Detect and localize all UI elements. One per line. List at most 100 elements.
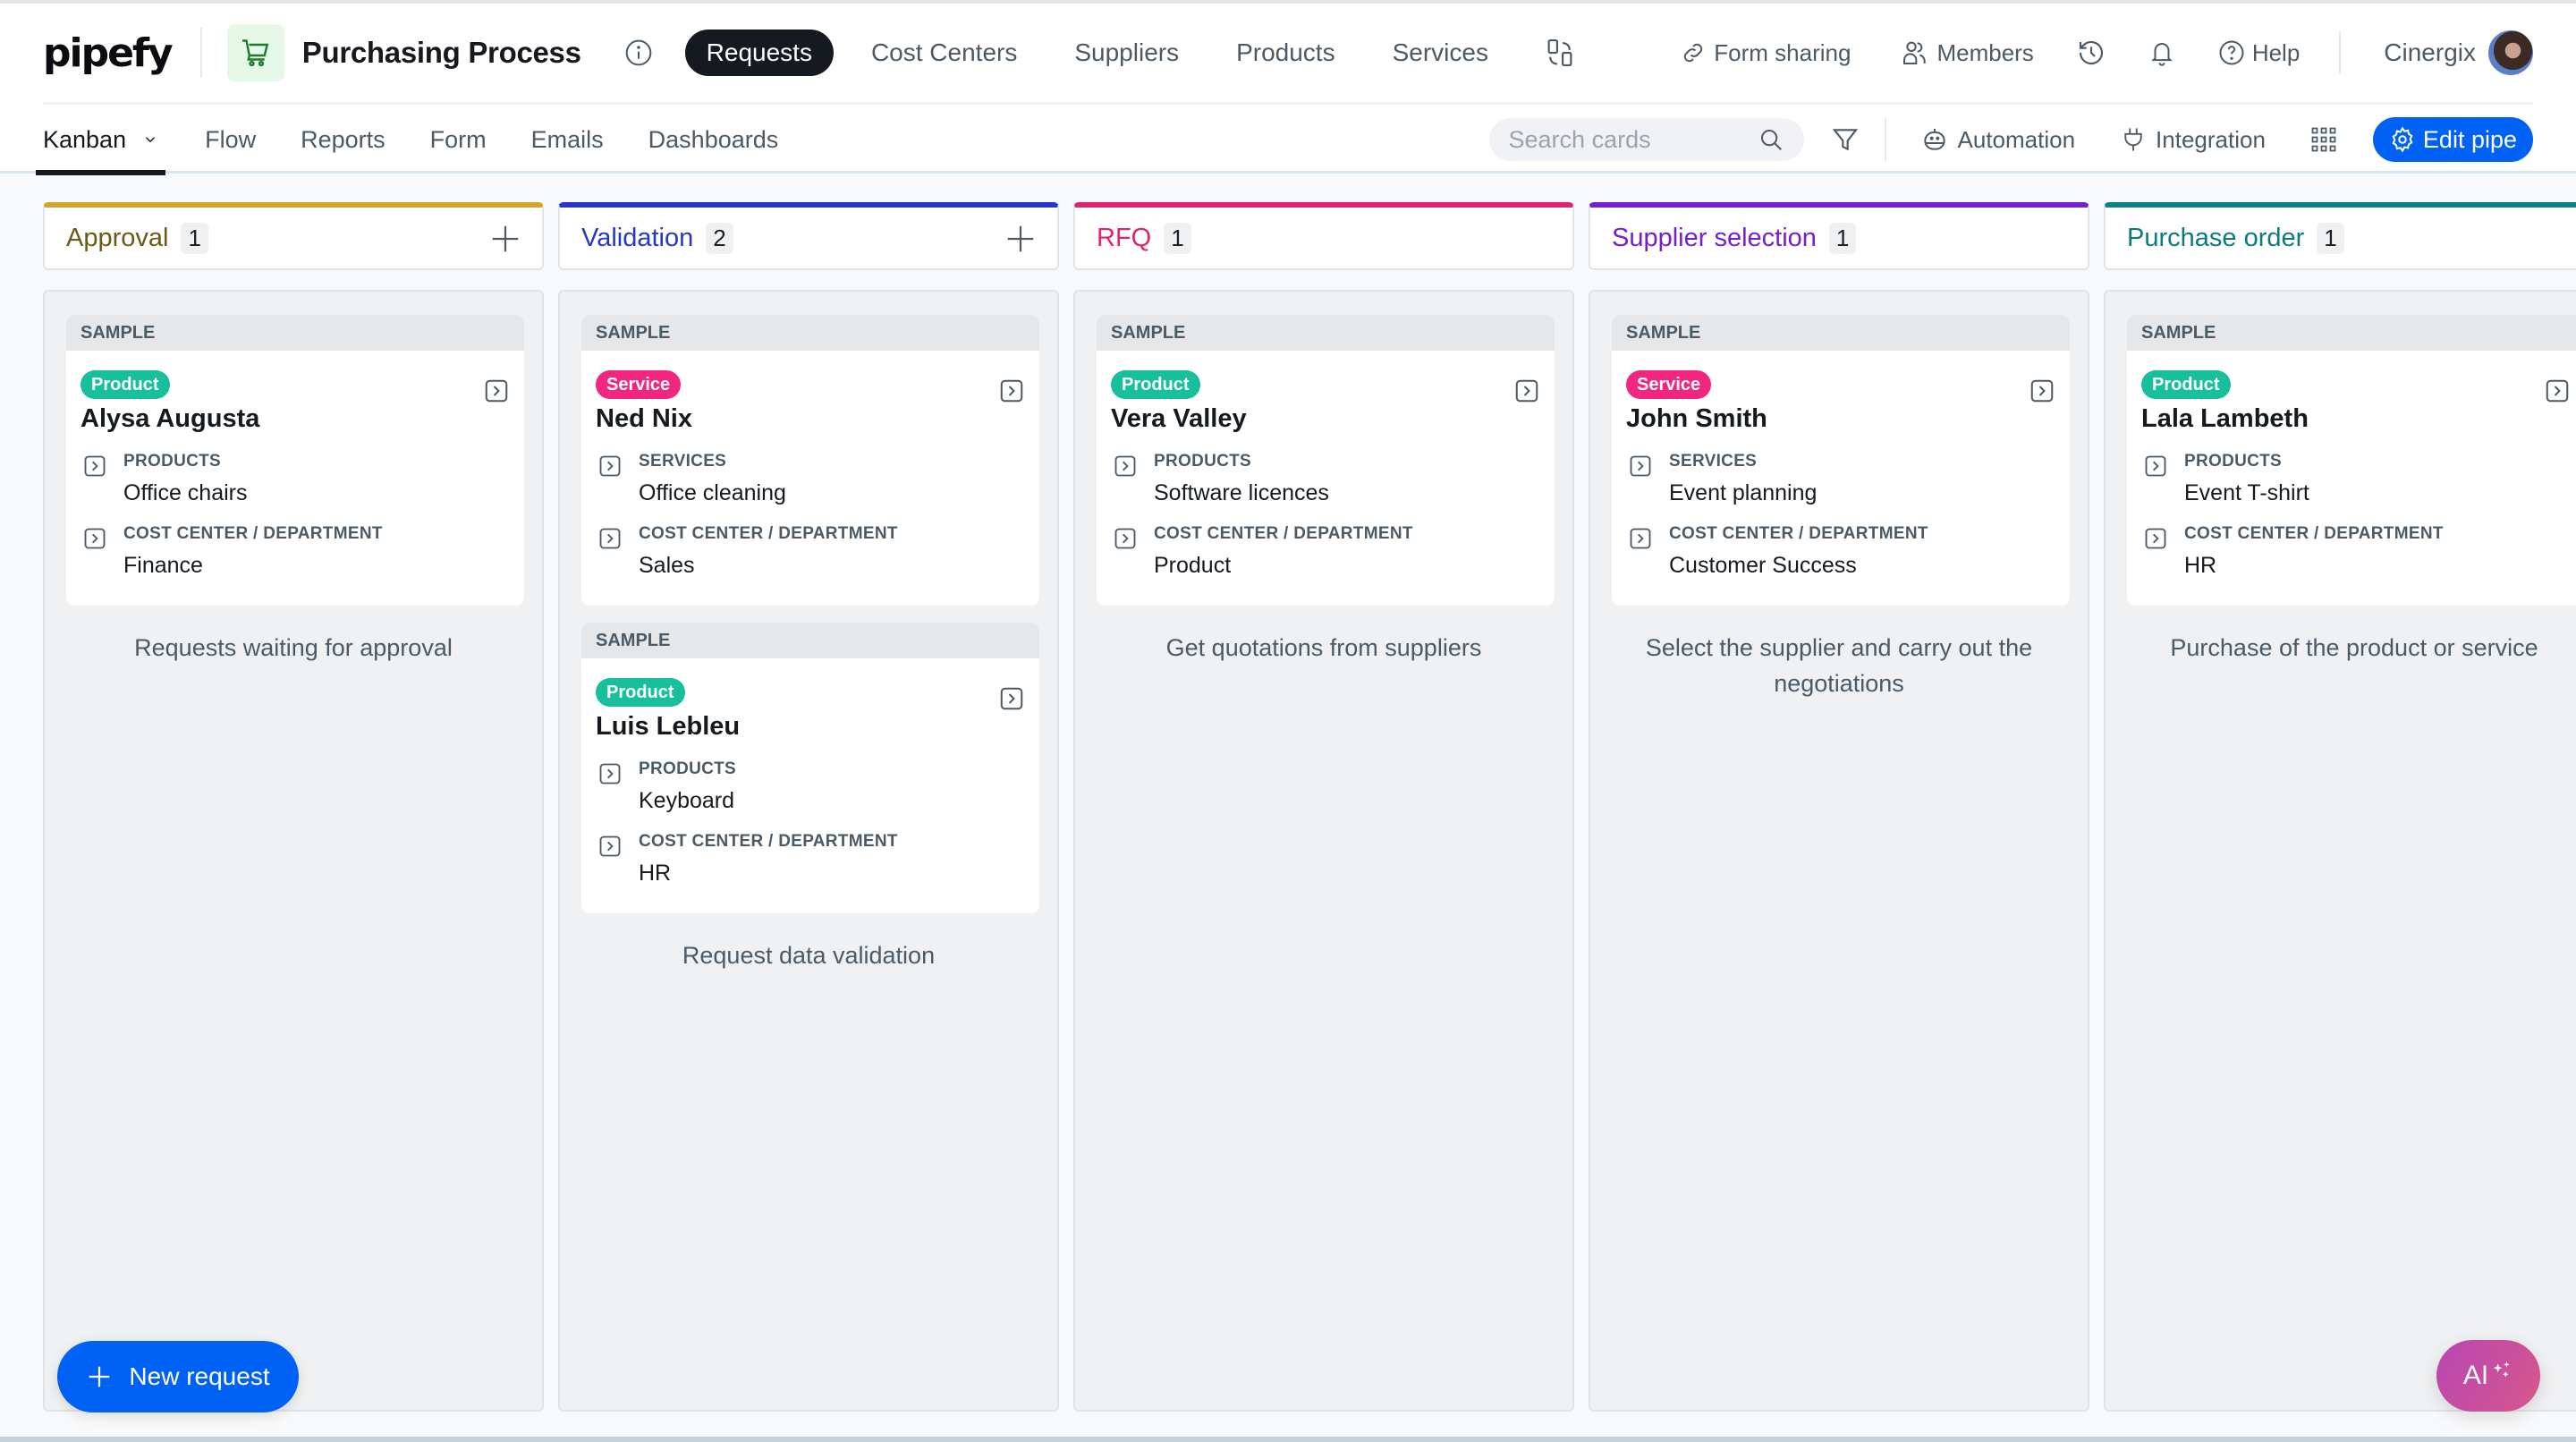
phase-body: SAMPLE Product Alysa Augusta PRODUCTS Office… [43, 290, 544, 1412]
card[interactable]: SAMPLE Service John Smith SERVICES Event pla… [1612, 315, 2070, 606]
open-card-icon[interactable] [2544, 377, 2571, 404]
add-card-plus-icon[interactable] [1004, 222, 1038, 256]
field-value: Office chairs [123, 480, 248, 505]
connection-field-icon[interactable] [2143, 526, 2168, 551]
phase-title[interactable]: Approval [66, 224, 168, 253]
open-card-icon[interactable] [483, 377, 510, 404]
field-value: Finance [123, 553, 203, 578]
tab-reports[interactable]: Reports [301, 105, 386, 174]
history-icon[interactable] [2077, 38, 2106, 67]
tab-flow[interactable]: Flow [205, 105, 256, 174]
connection-field-icon[interactable] [1628, 454, 1653, 479]
field-value: Customer Success [1669, 553, 1857, 578]
type-tag: Product [80, 370, 170, 399]
field-value: HR [2184, 553, 2217, 578]
open-card-icon[interactable] [1513, 377, 1540, 404]
type-tag: Product [2141, 370, 2231, 399]
connection-field-icon[interactable] [1113, 526, 1138, 551]
tab-dashboards[interactable]: Dashboards [648, 105, 779, 174]
database-nav: Requests Cost Centers Suppliers Products… [684, 30, 1574, 76]
new-request-button[interactable]: New request [57, 1341, 299, 1412]
phase-body: SAMPLE Service John Smith SERVICES Event pla… [1589, 290, 2089, 1412]
phase-card-count: 2 [706, 222, 733, 254]
card[interactable]: SAMPLE Product Alysa Augusta PRODUCTS Office… [66, 315, 524, 606]
connection-field-icon[interactable] [597, 454, 623, 479]
user-menu[interactable]: Cinergix [2384, 30, 2533, 75]
connection-field-icon[interactable] [1628, 526, 1653, 551]
open-card-icon[interactable] [2029, 377, 2055, 404]
new-request-label: New request [129, 1362, 270, 1390]
field-value: Sales [639, 553, 695, 578]
plus-icon [89, 1366, 110, 1387]
avatar [2488, 30, 2533, 75]
tab-emails[interactable]: Emails [531, 105, 604, 174]
card-field: COST CENTER / DEPARTMENT HR [2141, 524, 2571, 579]
open-card-icon[interactable] [998, 685, 1025, 712]
integration-button[interactable]: Integration [2120, 125, 2266, 154]
connection-field-icon[interactable] [597, 834, 623, 859]
connection-field-icon[interactable] [597, 526, 623, 551]
toolbar-actions: Automation Integration [1488, 105, 2533, 174]
form-sharing-button[interactable]: Form sharing [1680, 39, 1851, 67]
add-card-plus-icon[interactable] [488, 222, 522, 256]
connection-field-icon[interactable] [2143, 454, 2168, 479]
connection-field-icon[interactable] [82, 526, 107, 551]
open-card-icon[interactable] [998, 377, 1025, 404]
gear-icon [2392, 126, 2413, 153]
nav-services[interactable]: Services [1393, 38, 1488, 67]
phase-body: SAMPLE Product Lala Lambeth PRODUCTS Event T… [2104, 290, 2576, 1412]
plug-icon [2124, 128, 2142, 151]
field-label: COST CENTER / DEPARTMENT [639, 524, 898, 543]
search-input[interactable] [1508, 125, 1733, 154]
connection-field-icon[interactable] [1113, 454, 1138, 479]
edit-pipe-button[interactable]: Edit pipe [2372, 117, 2533, 162]
nav-suppliers[interactable]: Suppliers [1074, 38, 1179, 67]
phase-title[interactable]: Supplier selection [1612, 224, 1817, 253]
nav-products[interactable]: Products [1236, 38, 1335, 67]
card-field: COST CENTER / DEPARTMENT HR [596, 832, 1025, 886]
nav-cost-centers[interactable]: Cost Centers [871, 38, 1017, 67]
shopping-cart-icon[interactable] [226, 24, 284, 81]
type-tag: Product [1111, 370, 1200, 399]
card-field: COST CENTER / DEPARTMENT Finance [80, 524, 510, 579]
card[interactable]: SAMPLE Product Luis Lebleu PRODUCTS Keyboard… [581, 623, 1039, 913]
field-label: COST CENTER / DEPARTMENT [1669, 524, 1928, 543]
databases-switch-icon[interactable] [1546, 38, 1574, 68]
card-field: SERVICES Event planning [1626, 452, 2055, 506]
phase-card-count: 1 [181, 222, 208, 254]
card-field: PRODUCTS Event T-shirt [2141, 452, 2571, 506]
connection-field-icon[interactable] [597, 761, 623, 786]
card[interactable]: SAMPLE Product Lala Lambeth PRODUCTS Event T… [2127, 315, 2576, 606]
tab-kanban[interactable]: Kanban [36, 105, 166, 175]
filter-icon[interactable] [1831, 125, 1860, 154]
phase-title[interactable]: Validation [581, 224, 693, 253]
phase-card-count: 1 [2317, 222, 2344, 254]
help-button[interactable]: Help [2218, 39, 2300, 67]
phase-title[interactable]: RFQ [1097, 224, 1151, 253]
automation-label: Automation [1957, 125, 2076, 153]
bell-icon[interactable] [2148, 38, 2175, 67]
tab-form[interactable]: Form [430, 105, 487, 174]
phase-title[interactable]: Purchase order [2127, 224, 2304, 253]
members-button[interactable]: Members [1901, 38, 2034, 67]
pipefy-logo[interactable]: pipefy [43, 30, 174, 76]
header-row: pipefy Purchasing Process Requests Cost … [43, 4, 2576, 102]
search-icon[interactable] [1758, 126, 1784, 153]
card-title: Vera Valley [1111, 404, 1247, 433]
integration-label: Integration [2156, 125, 2266, 153]
field-label: PRODUCTS [639, 759, 737, 778]
sample-label: SAMPLE [1612, 315, 2070, 351]
ai-assistant-button[interactable]: AI [2436, 1340, 2540, 1412]
sample-label: SAMPLE [581, 623, 1039, 658]
card[interactable]: SAMPLE Product Vera Valley PRODUCTS Software… [1097, 315, 1555, 606]
apps-grid-icon[interactable] [2310, 126, 2337, 153]
card[interactable]: SAMPLE Service Ned Nix SERVICES Office clean… [581, 315, 1039, 606]
connection-field-icon[interactable] [82, 454, 107, 479]
info-icon[interactable] [624, 38, 653, 67]
field-value: Product [1154, 553, 1232, 578]
field-label: PRODUCTS [123, 452, 222, 471]
nav-requests[interactable]: Requests [684, 30, 834, 76]
phase-card-count: 1 [1164, 222, 1191, 254]
field-label: COST CENTER / DEPARTMENT [123, 524, 383, 543]
automation-button[interactable]: Automation [1920, 125, 2076, 154]
